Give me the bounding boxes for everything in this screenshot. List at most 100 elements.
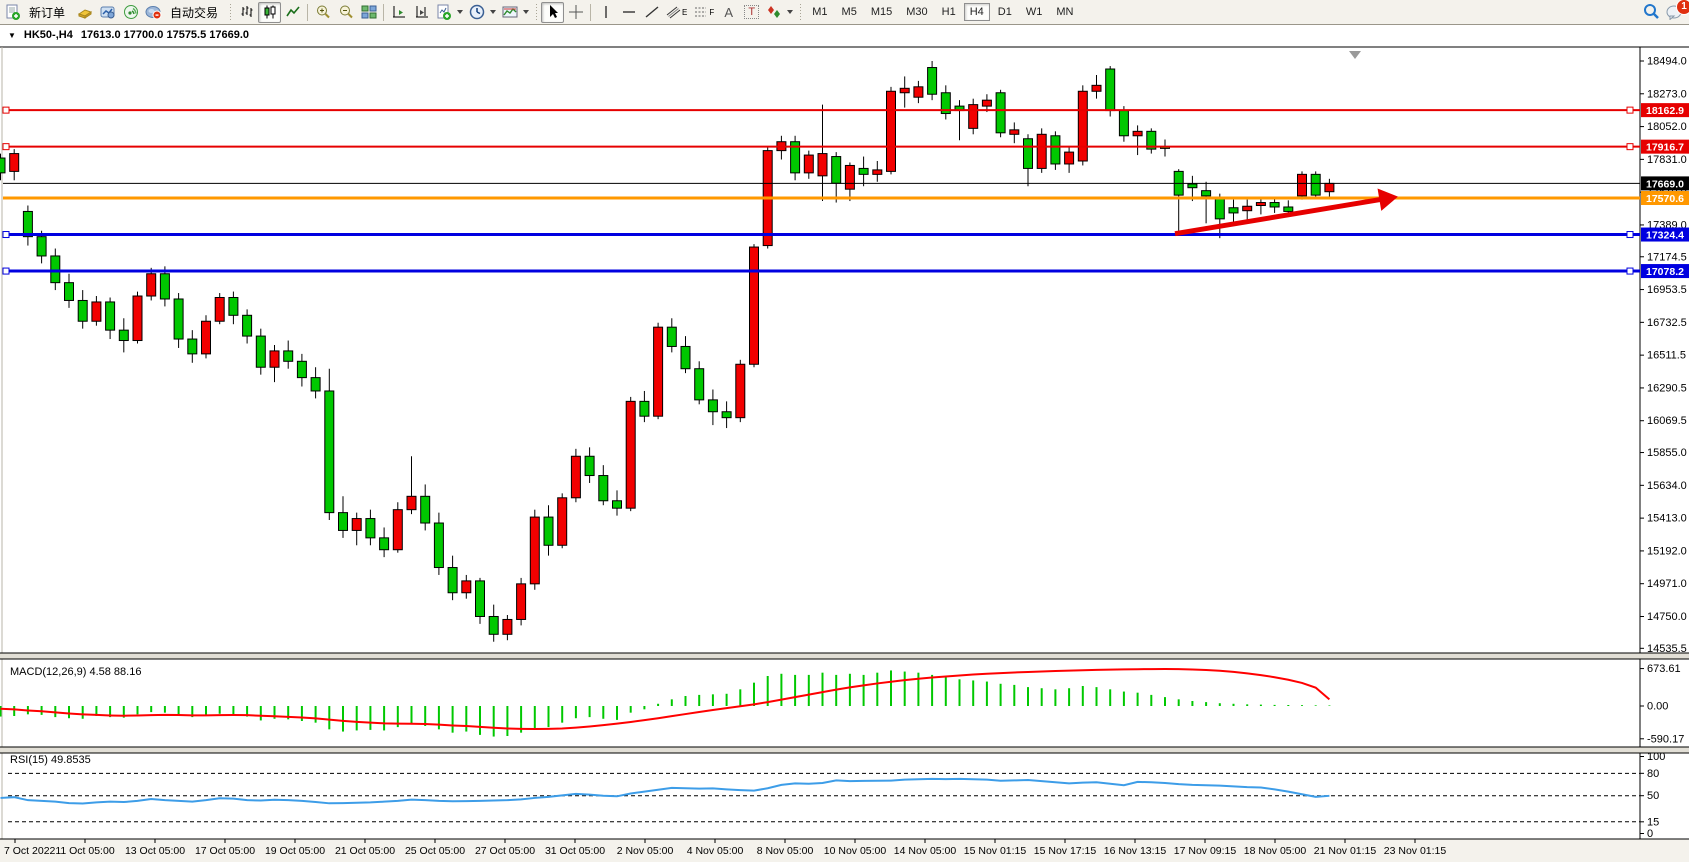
notifications-button[interactable]: 1 (1663, 2, 1687, 23)
bull-candle-body (845, 165, 854, 189)
new-order-button[interactable]: 新订单 (2, 2, 73, 23)
bull-candle-body (1325, 183, 1334, 191)
price-tick-label: 16953.5 (1647, 284, 1687, 296)
line-handle[interactable] (3, 107, 9, 113)
vertical-line-tool-button[interactable] (594, 2, 617, 23)
toolbar-grip[interactable] (229, 4, 232, 21)
line-handle[interactable] (3, 144, 9, 150)
toolbar-grip[interactable] (799, 4, 802, 21)
time-axis-label: 27 Oct 05:00 (475, 845, 535, 857)
macd-axis-label: -590.17 (1647, 733, 1684, 745)
bear-candle-body (1024, 139, 1033, 169)
line-chart-mode-button[interactable] (281, 2, 304, 23)
bear-candle-body (859, 168, 868, 174)
signals-button[interactable] (119, 2, 142, 23)
timeframe-button-d1[interactable]: D1 (992, 3, 1018, 21)
price-tag-label: 17669.0 (1646, 178, 1684, 190)
text-label-tool-button[interactable]: T (740, 2, 763, 23)
collapse-triangle-icon[interactable]: ▼ (8, 31, 16, 40)
market-watch-button[interactable] (73, 2, 96, 23)
price-tick-label: 14750.0 (1647, 611, 1687, 623)
bear-candle-body (489, 616, 498, 634)
templates-button[interactable] (499, 2, 532, 23)
tile-windows-button[interactable] (357, 2, 380, 23)
bar-chart-mode-button[interactable] (235, 2, 258, 23)
bull-candle-body (736, 364, 745, 417)
vertical-line-icon (598, 4, 614, 20)
line-handle[interactable] (3, 268, 9, 274)
line-handle[interactable] (1627, 144, 1633, 150)
chart-window[interactable]: 18494.018273.018052.017831.017610.017389… (0, 25, 1689, 862)
fibonacci-tool-button[interactable]: F (690, 2, 717, 23)
time-axis-label: 4 Nov 05:00 (687, 845, 744, 857)
horizontal-line-tool-button[interactable] (617, 2, 640, 23)
toolbar-grip[interactable] (535, 4, 538, 21)
bear-candle-body (476, 581, 485, 617)
chart-canvas[interactable]: 18494.018273.018052.017831.017610.017389… (0, 25, 1689, 862)
timeframe-button-w1[interactable]: W1 (1020, 3, 1049, 21)
template-icon (502, 4, 518, 20)
line-handle[interactable] (1627, 232, 1633, 238)
tile-windows-icon (361, 4, 377, 20)
crosshair-tool-button[interactable] (564, 2, 587, 23)
fibonacci-icon (693, 4, 709, 20)
text-tool-button[interactable]: A (717, 2, 740, 23)
time-axis-label: 23 Nov 01:15 (1384, 845, 1447, 857)
new-chart-button[interactable] (433, 2, 466, 23)
timeframe-button-h4[interactable]: H4 (964, 3, 990, 21)
strategy-tester-button[interactable] (96, 2, 119, 23)
channel-tool-button[interactable]: E (663, 2, 690, 23)
bear-candle-body (366, 519, 375, 538)
search-button[interactable] (1639, 2, 1663, 23)
price-tag-label: 17570.6 (1646, 193, 1684, 205)
auto-trading-button[interactable]: 自动交易 (142, 2, 226, 23)
price-tag-label: 17324.4 (1646, 230, 1684, 242)
search-icon (1642, 3, 1660, 21)
bear-candle-body (297, 361, 306, 377)
fibo-letter: F (709, 8, 714, 17)
line-handle[interactable] (1627, 268, 1633, 274)
bull-candle-body (1243, 206, 1252, 210)
timeframe-button-mn[interactable]: MN (1050, 3, 1079, 21)
macd-axis-label: 0.00 (1647, 701, 1668, 713)
bear-candle-body (0, 158, 5, 173)
timeframe-button-h1[interactable]: H1 (936, 3, 962, 21)
bear-candle-body (65, 283, 74, 301)
shapes-icon (766, 4, 782, 20)
trendline-tool-button[interactable] (640, 2, 663, 23)
chart-shift-button[interactable] (410, 2, 433, 23)
bear-candle-body (544, 517, 553, 545)
bear-candle-body (106, 302, 115, 330)
time-axis-label: 31 Oct 05:00 (545, 845, 605, 857)
line-handle[interactable] (1627, 107, 1633, 113)
bull-candle-body (215, 297, 224, 321)
auto-scroll-button[interactable] (387, 2, 410, 23)
timeframe-button-m15[interactable]: M15 (865, 3, 898, 21)
rsi-axis-label: 0 (1647, 828, 1653, 840)
period-button[interactable] (466, 2, 499, 23)
line-handle[interactable] (3, 232, 9, 238)
bull-candle-body (1010, 130, 1019, 134)
zoom-in-button[interactable] (311, 2, 334, 23)
dropdown-caret (457, 10, 463, 14)
bear-candle-body (1051, 136, 1060, 164)
bear-candle-body (380, 538, 389, 550)
candlestick-mode-button[interactable] (258, 2, 281, 23)
timeframe-button-m5[interactable]: M5 (836, 3, 863, 21)
pane-splitter[interactable] (0, 747, 1689, 753)
zoom-out-button[interactable] (334, 2, 357, 23)
pane-splitter[interactable] (0, 653, 1689, 659)
arrows-tool-button[interactable] (763, 2, 796, 23)
bear-candle-body (284, 351, 293, 361)
bear-candle-body (325, 391, 334, 513)
cursor-tool-button[interactable] (541, 2, 564, 23)
bull-candle-body (393, 510, 402, 550)
time-axis-label: 10 Nov 05:00 (824, 845, 887, 857)
bear-candle-body (585, 456, 594, 475)
rsi-axis-label: 100 (1647, 751, 1665, 763)
bull-candle-body (1078, 91, 1087, 161)
auto-trading-label: 自动交易 (165, 4, 223, 21)
timeframe-button-m1[interactable]: M1 (806, 3, 833, 21)
trendline-icon (644, 4, 660, 20)
timeframe-button-m30[interactable]: M30 (900, 3, 933, 21)
